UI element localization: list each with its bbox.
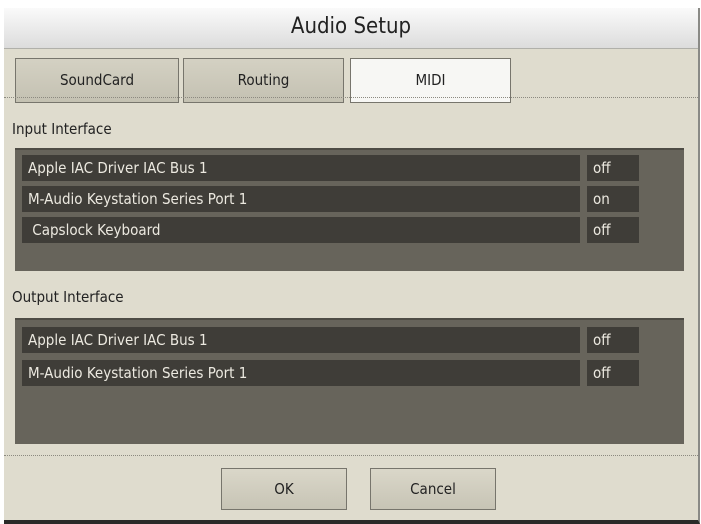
ok-button[interactable]: OK (221, 468, 347, 510)
list-item[interactable]: M-Audio Keystation Series Port 1 on (22, 186, 642, 212)
input-interface-label: Input Interface (12, 120, 112, 138)
output-device-list: Apple IAC Driver IAC Bus 1 off M-Audio K… (15, 318, 684, 444)
device-name: Capslock Keyboard (22, 217, 580, 243)
divider (4, 455, 698, 456)
device-state-toggle[interactable]: off (587, 217, 639, 243)
device-state-toggle[interactable]: off (587, 327, 639, 353)
device-state-toggle[interactable]: off (587, 360, 639, 386)
list-item[interactable]: M-Audio Keystation Series Port 1 off (22, 360, 642, 386)
audio-setup-dialog: Audio Setup SoundCard Routing MIDI Input… (4, 8, 700, 524)
device-state-toggle[interactable]: on (587, 186, 639, 212)
list-item[interactable]: Capslock Keyboard off (22, 217, 642, 243)
device-name: M-Audio Keystation Series Port 1 (22, 186, 580, 212)
cancel-button[interactable]: Cancel (370, 468, 496, 510)
device-name: M-Audio Keystation Series Port 1 (22, 360, 580, 386)
output-interface-label: Output Interface (12, 288, 124, 306)
device-state-toggle[interactable]: off (587, 155, 639, 181)
list-item[interactable]: Apple IAC Driver IAC Bus 1 off (22, 155, 642, 181)
dialog-title: Audio Setup (4, 8, 698, 49)
input-device-list: Apple IAC Driver IAC Bus 1 off M-Audio K… (15, 148, 684, 271)
device-name: Apple IAC Driver IAC Bus 1 (22, 155, 580, 181)
device-name: Apple IAC Driver IAC Bus 1 (22, 327, 580, 353)
list-item[interactable]: Apple IAC Driver IAC Bus 1 off (22, 327, 642, 353)
divider (4, 97, 698, 98)
